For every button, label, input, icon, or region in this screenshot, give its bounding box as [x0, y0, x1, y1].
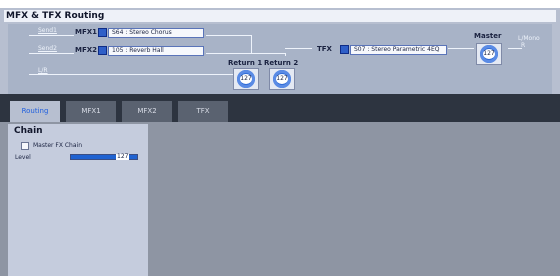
lr-wire [29, 74, 235, 75]
tfx-toggle[interactable] [340, 45, 349, 54]
send1-wire [29, 35, 74, 36]
return2-value: 127 [276, 74, 288, 84]
window-title: MFX & TFX Routing [6, 11, 105, 21]
tfx-label: TFX [317, 45, 332, 53]
master-knob[interactable]: 127 [476, 43, 502, 65]
tab-mfx1[interactable]: MFX1 [66, 101, 116, 122]
master-value: 127 [483, 49, 495, 59]
send2-wire [29, 53, 74, 54]
output-wire [508, 48, 522, 49]
return1-knob[interactable]: 127 [233, 68, 259, 90]
return1-label: Return 1 [228, 59, 263, 67]
output-label-r: R [521, 42, 526, 49]
app-window: MFX & TFX Routing Send1 Send2 L/R MFX1 S… [0, 0, 560, 276]
master-label: Master [474, 32, 502, 40]
level-value: 127 [116, 153, 130, 160]
send1-label: Send1 [38, 27, 57, 34]
level-label: Level [15, 154, 31, 161]
master-fx-chain-checkbox[interactable] [21, 142, 29, 150]
tab-tfx[interactable]: TFX [178, 101, 228, 122]
mfx2-toggle[interactable] [98, 46, 107, 55]
send2-label: Send2 [38, 45, 57, 52]
tab-routing[interactable]: Routing [10, 101, 60, 122]
master-dial: 127 [480, 45, 498, 63]
chain-title: Chain [14, 126, 43, 136]
mfx2-effect-select[interactable]: 105 : Reverb Hall [108, 46, 204, 56]
return2-dial: 127 [273, 70, 291, 88]
tfx-effect-select[interactable]: S07 : Stereo Parametric 4EQ [350, 45, 447, 55]
mfx2-label: MFX2 [75, 46, 98, 54]
mfx2-out-wire [206, 53, 286, 54]
mfx1-label: MFX1 [75, 28, 98, 36]
return2-knob[interactable]: 127 [269, 68, 295, 90]
mfx1-toggle[interactable] [98, 28, 107, 37]
output-label-lmono: L/Mono [518, 35, 540, 42]
mfx1-out-wire [206, 35, 252, 36]
tab-mfx2[interactable]: MFX2 [122, 101, 172, 122]
return1-value: 127 [240, 74, 252, 84]
mfx1-effect-select[interactable]: S64 : Stereo Chorus [108, 28, 204, 38]
return1-dial: 127 [237, 70, 255, 88]
to-tfx-wire [285, 48, 312, 49]
to-master-wire [448, 48, 474, 49]
lr-label: L/R [38, 67, 48, 74]
mfx1-return-wire [251, 35, 252, 53]
return2-label: Return 2 [264, 59, 299, 67]
master-fx-chain-label: Master FX Chain [33, 142, 83, 149]
mfx2-return-wire [285, 53, 286, 56]
